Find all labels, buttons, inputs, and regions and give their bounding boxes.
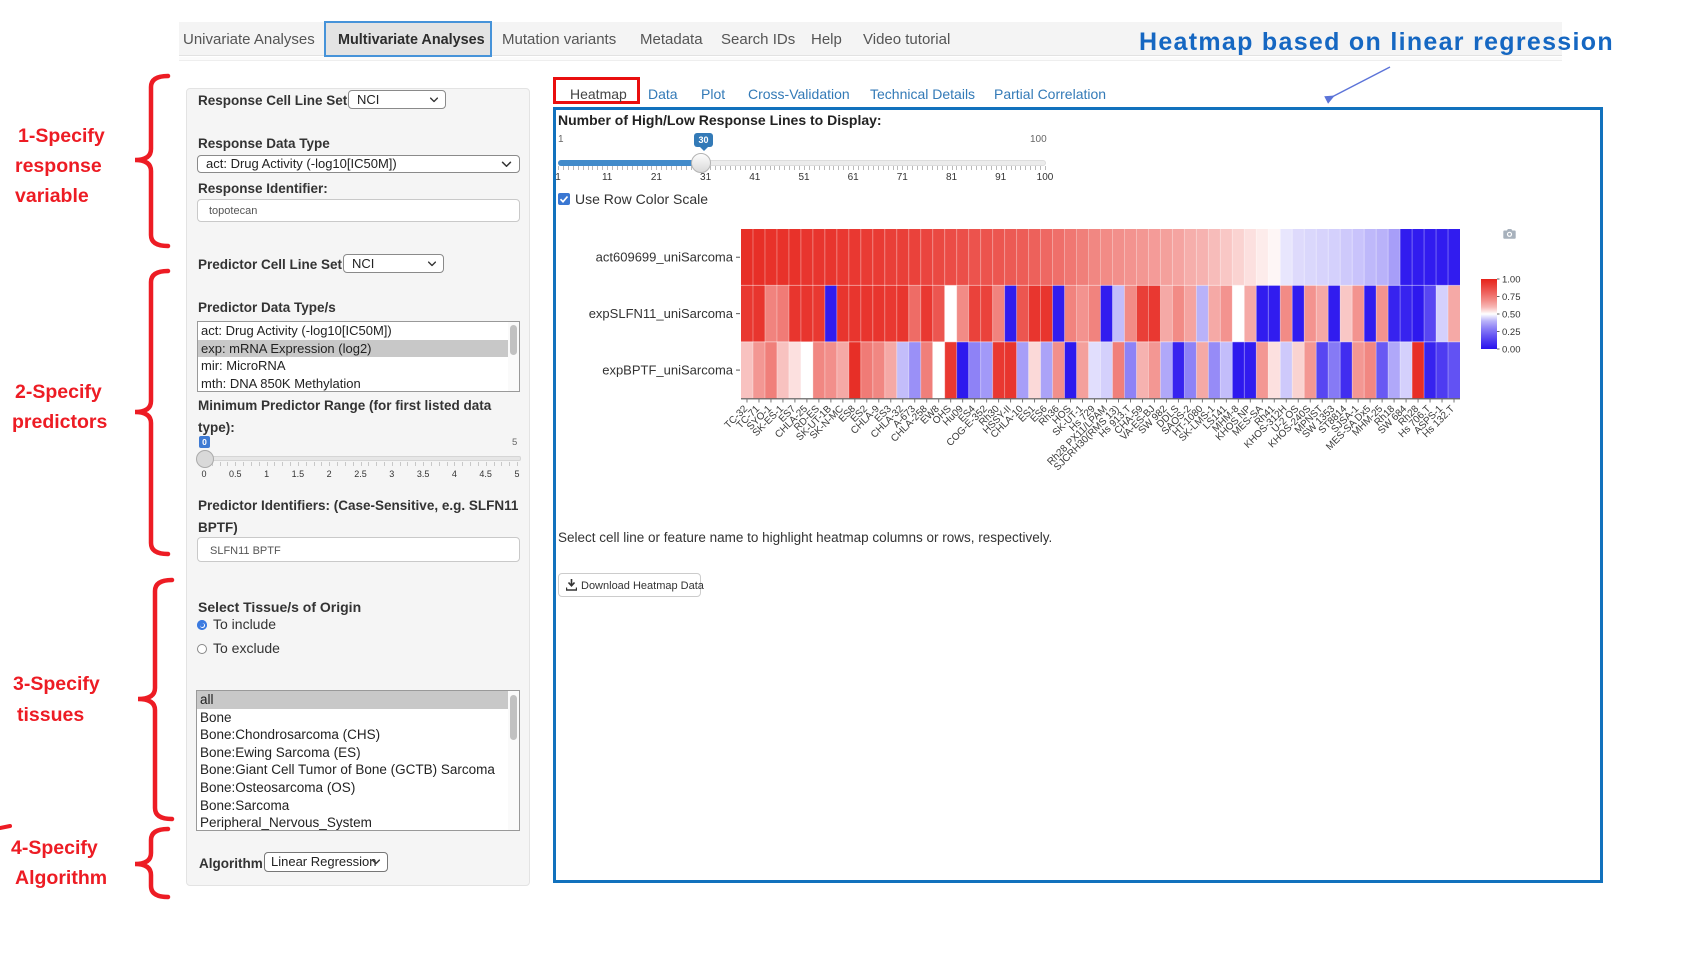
svg-text:act609699_uniSarcoma: act609699_uniSarcoma — [596, 250, 734, 265]
svg-text:0.75: 0.75 — [1502, 292, 1521, 303]
svg-text:expBPTF_uniSarcoma: expBPTF_uniSarcoma — [602, 363, 734, 378]
svg-text:0.00: 0.00 — [1502, 345, 1521, 356]
svg-text:0.25: 0.25 — [1502, 327, 1521, 338]
svg-text:1.00: 1.00 — [1502, 275, 1521, 286]
svg-text:expSLFN11_uniSarcoma: expSLFN11_uniSarcoma — [589, 306, 734, 321]
svg-text:0.50: 0.50 — [1502, 310, 1521, 321]
